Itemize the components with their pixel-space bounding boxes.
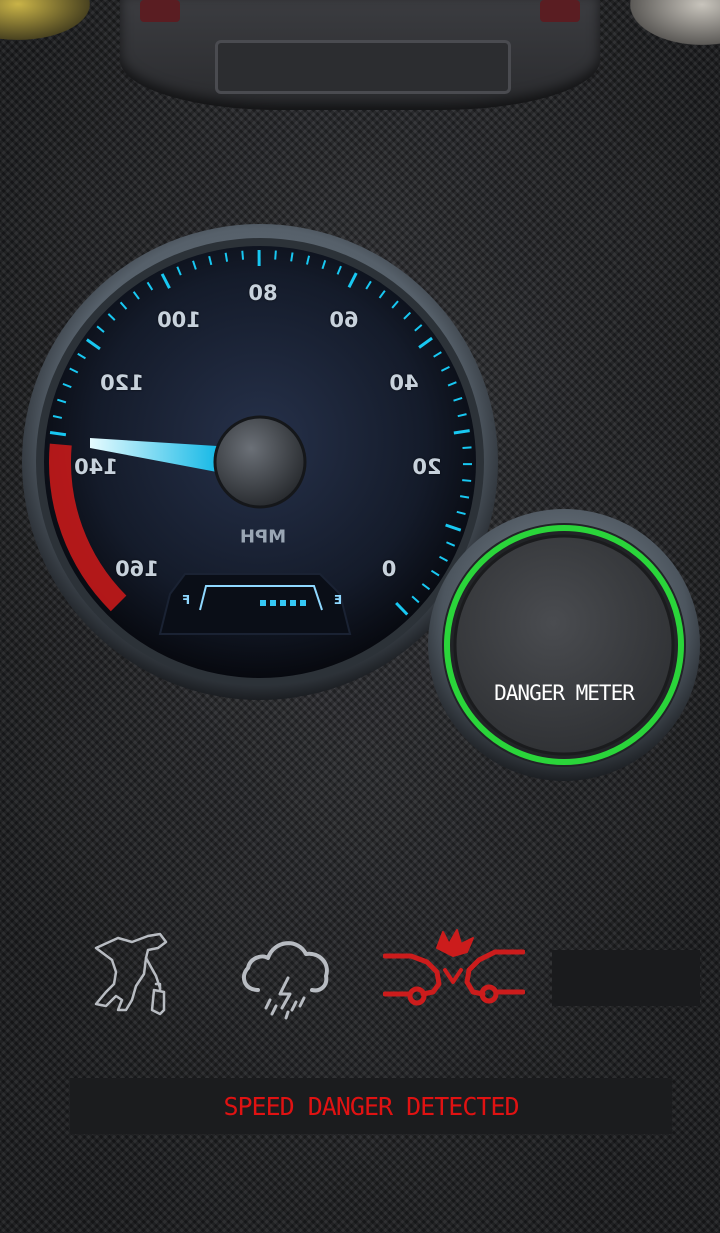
- car-tail-light-right: [630, 0, 720, 45]
- speed-label-120: 120: [100, 371, 144, 395]
- car-rear-image: [0, 0, 720, 120]
- speed-label-80: 80: [248, 281, 278, 305]
- speed-label-40: 40: [389, 371, 419, 395]
- danger-meter-gauge[interactable]: [426, 507, 702, 783]
- status-message: SPEED DANGER DETECTED: [223, 1091, 519, 1121]
- empty-hazard-slot: [552, 950, 700, 1006]
- drunk-driver-icon[interactable]: [86, 930, 178, 1022]
- speed-tick: [274, 250, 277, 260]
- danger-meter-label: DANGER METER: [494, 681, 635, 705]
- needle-hub: [213, 415, 307, 509]
- speed-label-140: 140: [74, 455, 118, 479]
- fuel-empty-label: E: [333, 593, 343, 607]
- speed-tick: [290, 252, 294, 262]
- speed-tick: [462, 446, 472, 449]
- car-reflector-left: [140, 0, 180, 22]
- storm-cloud-icon[interactable]: [236, 932, 332, 1020]
- speed-unit-label: MPH: [239, 526, 287, 548]
- car-tail-light-left: [0, 0, 90, 40]
- car-collision-icon[interactable]: [383, 926, 525, 1014]
- speed-label-0: 0: [381, 557, 397, 581]
- speed-tick: [241, 250, 245, 260]
- speed-label-100: 100: [157, 308, 201, 332]
- danger-meter-face: [453, 534, 675, 756]
- license-plate-recess: [215, 40, 511, 94]
- speed-label-160: 160: [115, 557, 159, 581]
- status-bar: SPEED DANGER DETECTED: [70, 1078, 672, 1134]
- speed-label-60: 60: [329, 308, 359, 332]
- speed-tick: [462, 479, 472, 482]
- speed-label-20: 20: [412, 455, 442, 479]
- fuel-full-label: F: [181, 593, 191, 607]
- car-reflector-right: [540, 0, 580, 22]
